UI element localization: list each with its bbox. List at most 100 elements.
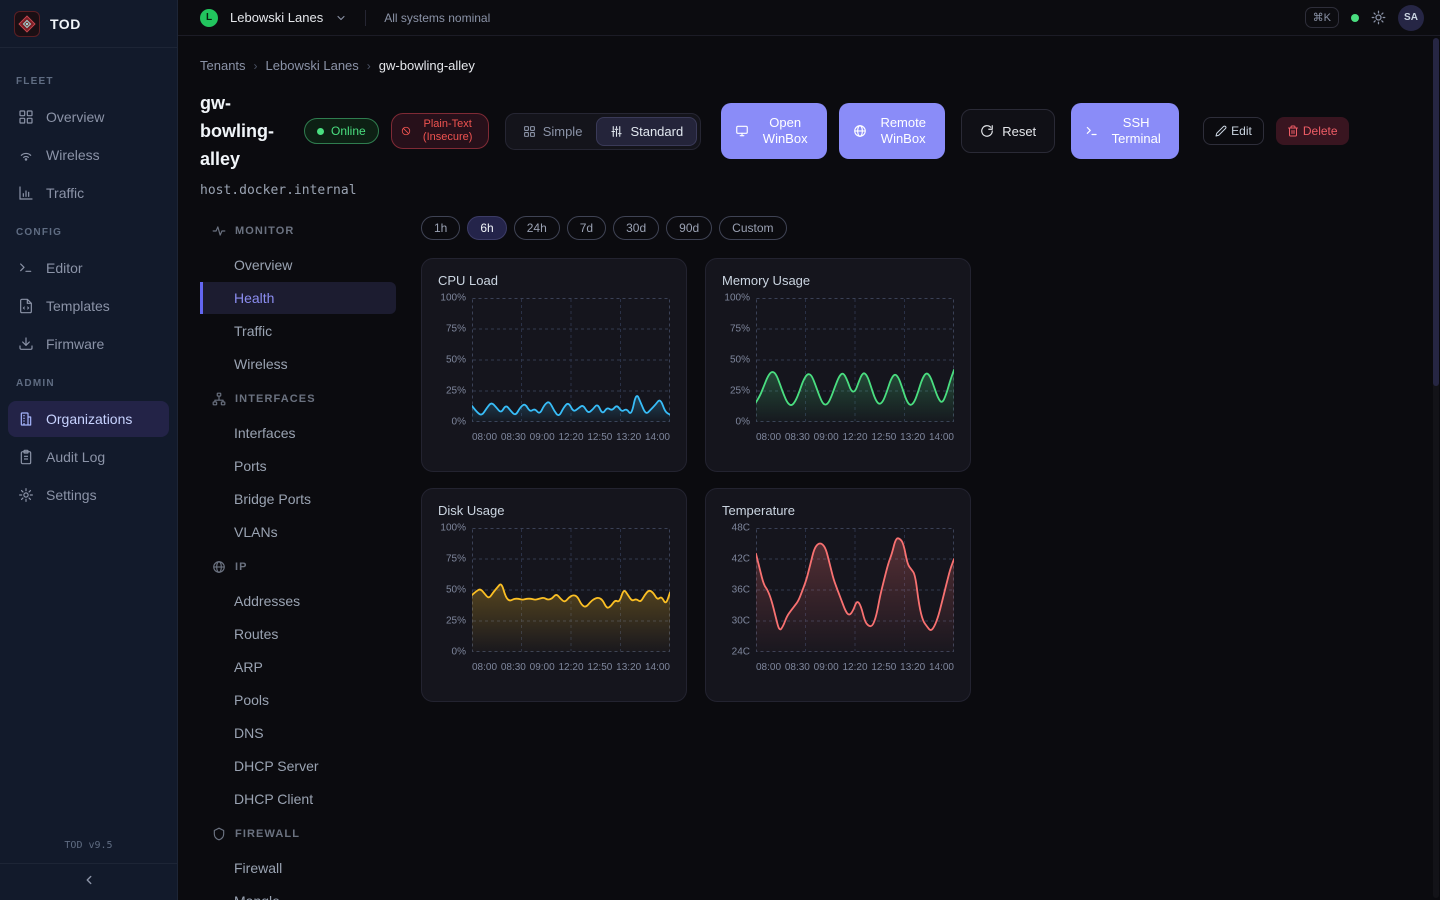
- device-nav-item-bridge-ports[interactable]: Bridge Ports: [200, 483, 396, 515]
- download-icon: [18, 336, 34, 352]
- time-range-selector: 1h 6h 24h 7d 30d 90d Custom: [421, 216, 971, 240]
- device-nav-item-dns[interactable]: DNS: [200, 717, 396, 749]
- network-icon: [212, 392, 226, 406]
- sidebar-item-settings[interactable]: Settings: [8, 477, 169, 513]
- chart-x-axis: 08:0008:3009:0012:2012:5013:2014:00: [756, 432, 954, 443]
- chart-plot: [472, 298, 670, 422]
- sidebar-item-overview[interactable]: Overview: [8, 99, 169, 135]
- chart-y-axis: 100%75%50%25%0%: [722, 298, 756, 422]
- device-nav-item-addresses[interactable]: Addresses: [200, 585, 396, 617]
- device-nav-item-pools[interactable]: Pools: [200, 684, 396, 716]
- device-nav-item-overview[interactable]: Overview: [200, 249, 396, 281]
- view-mode-standard[interactable]: Standard: [596, 117, 697, 146]
- bar-chart-icon: [18, 185, 34, 201]
- breadcrumb-tenants[interactable]: Tenants: [200, 58, 246, 73]
- sidebar-item-label: Wireless: [46, 147, 100, 163]
- edit-button[interactable]: Edit: [1203, 117, 1264, 145]
- time-range-custom[interactable]: Custom: [719, 216, 786, 240]
- time-range-7d[interactable]: 7d: [567, 216, 606, 240]
- brand-name: TOD: [50, 16, 81, 32]
- time-range-90d[interactable]: 90d: [666, 216, 712, 240]
- user-avatar[interactable]: SA: [1398, 5, 1424, 31]
- sidebar-item-label: Templates: [46, 298, 110, 314]
- chart-x-axis: 08:0008:3009:0012:2012:5013:2014:00: [756, 662, 954, 673]
- time-range-30d[interactable]: 30d: [613, 216, 659, 240]
- sidebar-item-editor[interactable]: Editor: [8, 250, 169, 286]
- content-row: MONITOROverviewHealthTrafficWirelessINTE…: [200, 214, 1440, 900]
- sidebar-section-title: CONFIG: [8, 213, 169, 248]
- edit-label: Edit: [1231, 124, 1252, 138]
- command-palette-shortcut[interactable]: ⌘K: [1305, 7, 1339, 28]
- device-nav-item-arp[interactable]: ARP: [200, 651, 396, 683]
- device-nav-item-health[interactable]: Health: [200, 282, 396, 314]
- sidebar-item-firmware[interactable]: Firmware: [8, 326, 169, 362]
- breadcrumb-separator-icon: ›: [254, 59, 258, 73]
- connection-status-dot: [1351, 14, 1359, 22]
- breadcrumb-current: gw-bowling-alley: [379, 58, 475, 73]
- scrollbar-track: [1433, 38, 1439, 898]
- device-host: host.docker.internal: [200, 183, 1440, 198]
- chart-title: CPU Load: [438, 273, 670, 288]
- sidebar-item-wireless[interactable]: Wireless: [8, 137, 169, 173]
- reset-button[interactable]: Reset: [961, 109, 1055, 153]
- open-winbox-button[interactable]: Open WinBox: [721, 103, 827, 159]
- device-header: gw-bowling-alley Online Plain-Text (Inse…: [200, 89, 1440, 173]
- monitor-icon: [735, 124, 749, 138]
- chart-y-axis: 48C42C36C30C24C: [722, 528, 756, 652]
- sidebar-collapse-button[interactable]: [0, 864, 177, 900]
- device-nav-section-label: IP: [235, 561, 248, 573]
- device-nav-section-monitor: MONITOR: [200, 214, 396, 248]
- chart-card-disk-usage: Disk Usage100%75%50%25%0%08:0008:3009:00…: [421, 488, 687, 702]
- device-nav-item-wireless[interactable]: Wireless: [200, 348, 396, 380]
- delete-label: Delete: [1303, 124, 1338, 138]
- chart-card-temperature: Temperature 48C42C36C30C24C08:0008:3009:0…: [705, 488, 971, 702]
- pencil-icon: [1215, 125, 1227, 137]
- chart-x-axis: 08:0008:3009:0012:2012:5013:2014:00: [472, 432, 670, 443]
- insecure-badge: Plain-Text (Insecure): [391, 113, 489, 149]
- device-nav-item-mangle[interactable]: Mangle: [200, 885, 396, 900]
- building-icon: [18, 411, 34, 427]
- shield-icon: [212, 827, 226, 841]
- tenant-switcher[interactable]: Lebowski Lanes: [230, 10, 323, 25]
- device-nav-item-interfaces[interactable]: Interfaces: [200, 417, 396, 449]
- device-nav-item-firewall[interactable]: Firewall: [200, 852, 396, 884]
- device-nav-item-routes[interactable]: Routes: [200, 618, 396, 650]
- device-nav-section-interfaces: INTERFACES: [200, 382, 396, 416]
- logo-row: TOD: [0, 0, 177, 48]
- breadcrumb-separator-icon: ›: [367, 59, 371, 73]
- ssh-terminal-button[interactable]: SSH Terminal: [1071, 103, 1179, 159]
- time-range-6h[interactable]: 6h: [467, 216, 506, 240]
- breadcrumb: Tenants › Lebowski Lanes › gw-bowling-al…: [200, 58, 1440, 73]
- sidebar-item-organizations[interactable]: Organizations: [8, 401, 169, 437]
- sidebar-item-templates[interactable]: Templates: [8, 288, 169, 324]
- device-nav-item-vlans[interactable]: VLANs: [200, 516, 396, 548]
- app-version: TOD v9.5: [0, 830, 177, 864]
- sidebar-item-audit-log[interactable]: Audit Log: [8, 439, 169, 475]
- sun-icon[interactable]: [1371, 10, 1386, 25]
- view-mode-simple[interactable]: Simple: [509, 117, 597, 146]
- sidebar-item-label: Editor: [46, 260, 83, 276]
- ssh-terminal-label: SSH Terminal: [1107, 115, 1165, 147]
- terminal-icon: [18, 260, 34, 276]
- device-nav-item-ports[interactable]: Ports: [200, 450, 396, 482]
- device-nav-item-dhcp-client[interactable]: DHCP Client: [200, 783, 396, 815]
- time-range-1h[interactable]: 1h: [421, 216, 460, 240]
- charts-grid: CPU Load100%75%50%25%0%08:0008:3009:0012…: [421, 258, 971, 702]
- simple-label: Simple: [543, 124, 583, 139]
- chevron-down-icon[interactable]: [335, 12, 347, 24]
- grid-icon: [523, 125, 536, 138]
- device-nav-item-traffic[interactable]: Traffic: [200, 315, 396, 347]
- globe-icon: [212, 560, 226, 574]
- sidebar-item-traffic[interactable]: Traffic: [8, 175, 169, 211]
- time-range-24h[interactable]: 24h: [514, 216, 560, 240]
- device-nav-item-dhcp-server[interactable]: DHCP Server: [200, 750, 396, 782]
- breadcrumb-tenant[interactable]: Lebowski Lanes: [266, 58, 359, 73]
- scrollbar-thumb[interactable]: [1433, 38, 1439, 386]
- app-logo-icon: [14, 11, 40, 37]
- chart-title: Temperature: [722, 503, 954, 518]
- file-icon: [18, 298, 34, 314]
- delete-button[interactable]: Delete: [1276, 117, 1349, 145]
- chart-card-cpu-load: CPU Load100%75%50%25%0%08:0008:3009:0012…: [421, 258, 687, 472]
- remote-winbox-button[interactable]: Remote WinBox: [839, 103, 945, 159]
- sidebar-item-label: Overview: [46, 109, 104, 125]
